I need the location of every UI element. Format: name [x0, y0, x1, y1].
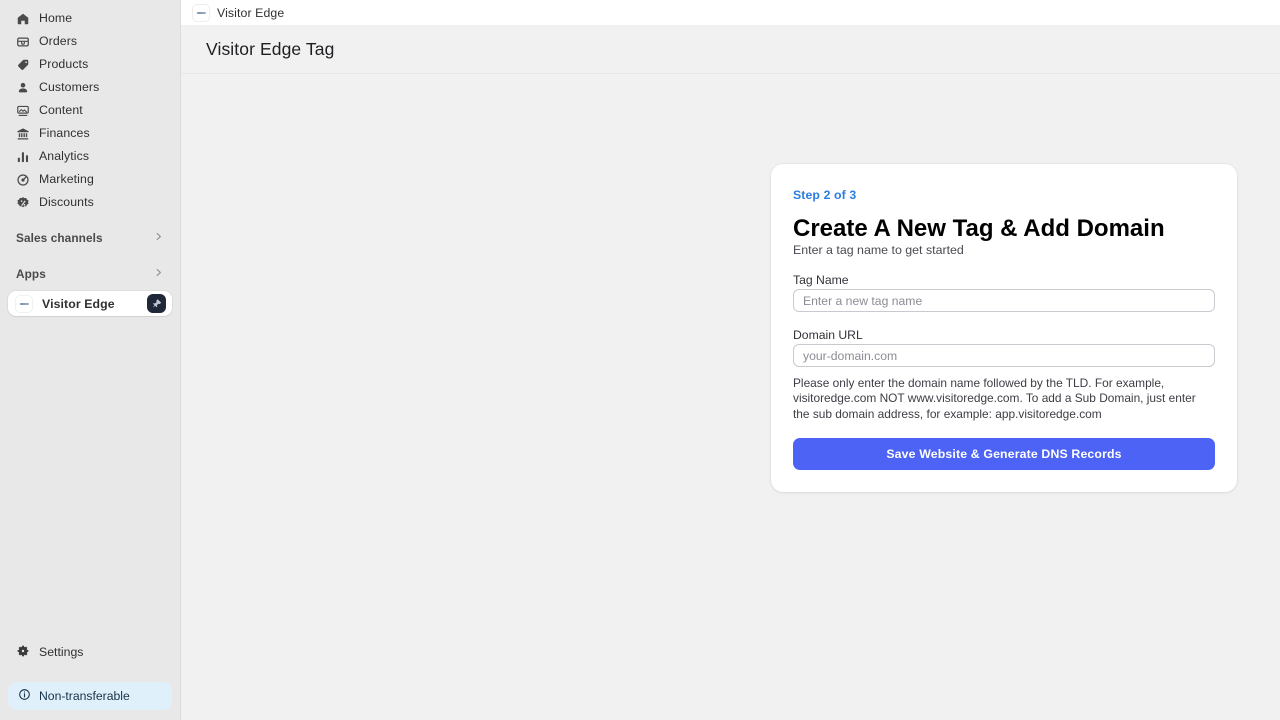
gear-icon — [16, 644, 30, 661]
sidebar-item-products[interactable]: Products — [8, 54, 172, 75]
sidebar-footer: Settings Non-transferable — [0, 641, 180, 720]
status-badge-non-transferable: Non-transferable — [8, 682, 172, 710]
finances-bank-icon — [16, 127, 30, 141]
app-root: Home Orders Products Customers Content F… — [0, 0, 1280, 720]
sidebar-item-label: Marketing — [39, 172, 94, 186]
card-subheading: Enter a tag name to get started — [793, 243, 964, 257]
step-indicator: Step 2 of 3 — [793, 188, 857, 202]
sidebar-item-marketing[interactable]: Marketing — [8, 169, 172, 190]
field-spacer — [793, 312, 1215, 326]
products-tag-icon — [16, 58, 30, 72]
page-header: Visitor Edge Tag — [181, 25, 1280, 74]
tag-name-label: Tag Name — [793, 273, 849, 287]
sidebar-item-label: Analytics — [39, 149, 90, 163]
sidebar-item-orders[interactable]: Orders — [8, 31, 172, 52]
sidebar-item-label: Home — [39, 11, 73, 25]
page-title: Visitor Edge Tag — [206, 38, 335, 59]
breadcrumb-bar: Visitor Edge — [181, 0, 1280, 25]
sidebar-section-label: Apps — [16, 267, 46, 281]
sidebar-item-analytics[interactable]: Analytics — [8, 146, 172, 167]
sidebar-item-visitor-edge[interactable]: Visitor Edge — [8, 291, 172, 316]
sidebar-item-content[interactable]: Content — [8, 100, 172, 121]
sidebar-item-label: Visitor Edge — [42, 296, 115, 311]
create-tag-card: Step 2 of 3 Create A New Tag & Add Domai… — [771, 164, 1237, 492]
domain-url-input[interactable] — [793, 344, 1215, 367]
info-circle-icon — [18, 688, 31, 704]
sidebar-item-home[interactable]: Home — [8, 8, 172, 29]
sidebar-item-label: Content — [39, 103, 83, 117]
breadcrumb[interactable]: Visitor Edge — [217, 6, 284, 20]
status-badge-label: Non-transferable — [39, 689, 130, 703]
sidebar-item-label: Customers — [39, 80, 100, 94]
sidebar-section-label: Sales channels — [16, 231, 103, 245]
pin-icon[interactable] — [147, 294, 166, 313]
save-website-generate-dns-button[interactable]: Save Website & Generate DNS Records — [793, 437, 1215, 470]
content-area: Step 2 of 3 Create A New Tag & Add Domai… — [181, 74, 1280, 720]
tag-name-input[interactable] — [793, 289, 1215, 312]
card-heading: Create A New Tag & Add Domain — [793, 215, 1165, 242]
sidebar-item-settings[interactable]: Settings — [8, 641, 172, 663]
domain-helper-text: Please only enter the domain name follow… — [793, 376, 1196, 421]
sidebar-item-customers[interactable]: Customers — [8, 77, 172, 98]
sidebar-item-label: Finances — [39, 126, 90, 140]
sidebar-nav-list: Home Orders Products Customers Content F… — [0, 8, 180, 215]
main-area: Visitor Edge Visitor Edge Tag Step 2 of … — [181, 0, 1280, 720]
customers-person-icon — [16, 81, 30, 95]
chevron-right-icon — [153, 267, 164, 281]
content-image-icon — [16, 104, 30, 118]
sidebar-item-label: Discounts — [39, 195, 94, 209]
sidebar-item-finances[interactable]: Finances — [8, 123, 172, 144]
sidebar-item-label: Orders — [39, 34, 78, 48]
sidebar-section-apps[interactable]: Apps — [8, 263, 172, 285]
chevron-right-icon — [153, 231, 164, 245]
discounts-badge-icon — [16, 196, 30, 210]
home-icon — [16, 12, 30, 26]
marketing-megaphone-icon — [16, 173, 30, 187]
visitor-edge-logo-icon — [16, 295, 32, 312]
sidebar: Home Orders Products Customers Content F… — [0, 0, 181, 720]
sidebar-item-discounts[interactable]: Discounts — [8, 192, 172, 213]
domain-url-label: Domain URL — [793, 328, 863, 342]
sidebar-item-label: Settings — [39, 645, 84, 659]
sidebar-item-label: Products — [39, 57, 89, 71]
sidebar-section-sales-channels[interactable]: Sales channels — [8, 227, 172, 249]
orders-icon — [16, 35, 30, 49]
analytics-bars-icon — [16, 150, 30, 164]
visitor-edge-logo-icon — [193, 4, 209, 21]
